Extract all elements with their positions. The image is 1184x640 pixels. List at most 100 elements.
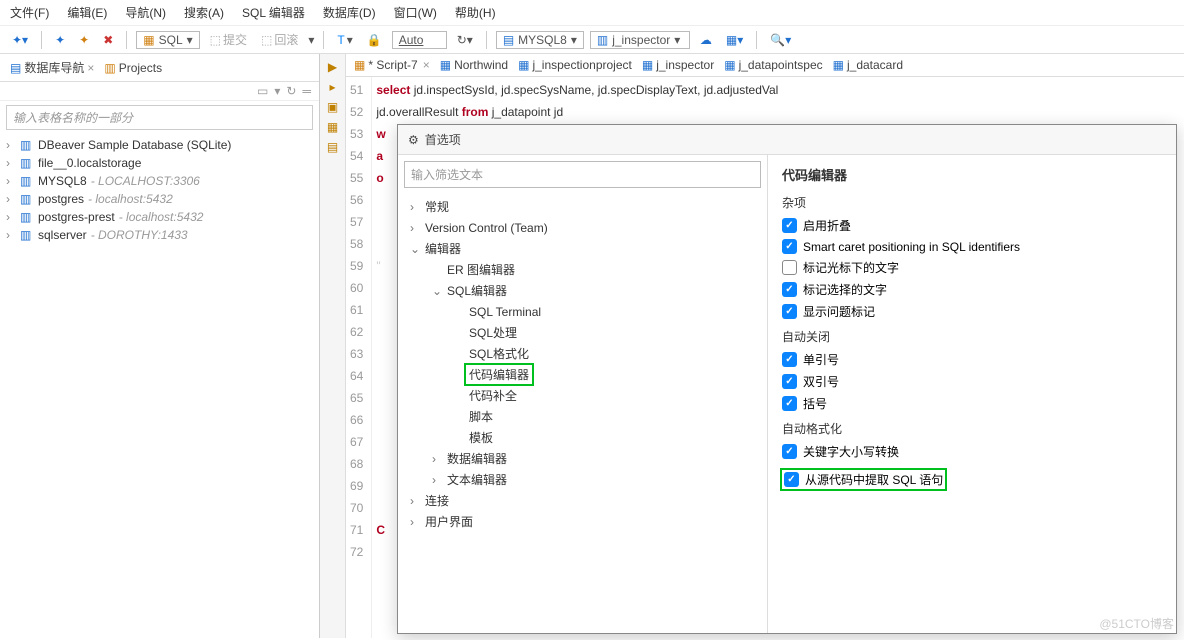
run-icon[interactable]: ▶	[328, 60, 337, 74]
prefs-tree-item[interactable]: SQL处理	[404, 322, 761, 343]
db-tree-item[interactable]: ›▥file__0.localstorage	[4, 154, 315, 172]
checkbox-item[interactable]: ✓单引号	[782, 351, 1162, 368]
tab-projects[interactable]: ▥Projects	[100, 59, 166, 77]
prefs-tree-item[interactable]: ›Version Control (Team)	[404, 217, 761, 238]
main-toolbar: ✦▾ ✦ ✦ ✖ ▦SQL ▾ ⬚ 提交 ⬚ 回滚 ▾ T▾ 🔒 Auto ↻▾…	[0, 26, 1184, 54]
grid-icon[interactable]: ▦▾	[722, 32, 747, 48]
plan-icon[interactable]: ▦	[327, 120, 338, 134]
editor-tab[interactable]: ▦j_datacard	[833, 58, 903, 72]
checkbox-label: 括号	[803, 395, 827, 412]
checkbox-label: 双引号	[803, 373, 839, 390]
cloud-icon[interactable]: ☁	[696, 32, 716, 48]
db-tree-item[interactable]: ›▥sqlserver - DOROTHY:1433	[4, 226, 315, 244]
checkbox-label: 显示问题标记	[803, 303, 875, 320]
nav-fwd-icon[interactable]: ✦	[75, 32, 93, 48]
checkbox-label: 启用折叠	[803, 217, 851, 234]
line-number: 60	[350, 277, 363, 299]
prefs-tree-item[interactable]: 模板	[404, 427, 761, 448]
checkbox-item[interactable]: ✓ 双引号	[782, 373, 1162, 390]
checkbox-icon[interactable]: ✓	[782, 352, 797, 367]
refresh-icon[interactable]: ↻	[286, 84, 296, 98]
checkbox-icon[interactable]: ✓	[782, 374, 797, 389]
checkbox-item[interactable]: ✓从源代码中提取 SQL 语句	[782, 470, 945, 489]
checkbox-icon[interactable]: ✓	[782, 304, 797, 319]
prefs-tree-item[interactable]: SQL Terminal	[404, 301, 761, 322]
sidebar-filter-input[interactable]: 输入表格名称的一部分	[6, 105, 313, 130]
tx-button[interactable]: T▾	[333, 32, 356, 48]
editor-tab[interactable]: ▦j_inspectionproject	[518, 58, 632, 72]
db-tree-item[interactable]: ›▥postgres-prest - localhost:5432	[4, 208, 315, 226]
line-number: 64	[350, 365, 363, 387]
tab-db-nav[interactable]: ▤数据库导航 ×	[6, 57, 98, 78]
editor-tab[interactable]: ▦j_inspector	[642, 58, 714, 72]
sql-dropdown[interactable]: ▦SQL ▾	[136, 31, 199, 49]
group-title: 自动关闭	[782, 328, 1162, 345]
line-number: 56	[350, 189, 363, 211]
editor-tab[interactable]: ▦j_datapointspec	[724, 58, 822, 72]
checkbox-icon[interactable]: ✓	[784, 472, 799, 487]
filter-icon[interactable]: ▭	[257, 84, 268, 98]
prefs-tree-item[interactable]: ›用户界面	[404, 511, 761, 532]
sidebar-toolbar: ▭ ▾ ↻ ═	[0, 82, 319, 101]
checkbox-item[interactable]: ✓ 显示问题标记	[782, 303, 1162, 320]
checkbox-icon[interactable]: ✓	[782, 396, 797, 411]
checkbox-item[interactable]: ✓Smart caret positioning in SQL identifi…	[782, 239, 1162, 254]
prefs-tree-item[interactable]: ER 图编辑器	[404, 259, 761, 280]
checkbox-item[interactable]: 标记光标下的文字	[782, 259, 1162, 276]
db-tree-item[interactable]: ›▥MYSQL8 - LOCALHOST:3306	[4, 172, 315, 190]
commit-button[interactable]: ⬚ 提交	[206, 30, 251, 49]
schema-dropdown[interactable]: ▥j_inspector ▾	[590, 31, 690, 49]
checkbox-icon[interactable]: ✓	[782, 282, 797, 297]
save-icon[interactable]: ▤	[327, 140, 338, 154]
lock-icon[interactable]: 🔒	[363, 32, 386, 48]
db-tree-item[interactable]: ›▥postgres - localhost:5432	[4, 190, 315, 208]
checkbox-icon[interactable]	[782, 260, 797, 275]
menu-search[interactable]: 搜索(A)	[184, 4, 224, 21]
run-cursor-icon[interactable]: ▸	[329, 80, 335, 94]
auto-dropdown[interactable]: Auto	[392, 31, 447, 49]
prefs-tree-item[interactable]: ⌄SQL编辑器	[404, 280, 761, 301]
editor-tab[interactable]: ▦Northwind	[440, 58, 508, 72]
menu-nav[interactable]: 导航(N)	[125, 4, 166, 21]
checkbox-icon[interactable]: ✓	[782, 239, 797, 254]
menu-database[interactable]: 数据库(D)	[323, 4, 376, 21]
editor-tab[interactable]: ▦* Script-7×	[354, 58, 430, 72]
menu-sql[interactable]: SQL 编辑器	[242, 4, 305, 21]
menu-edit[interactable]: 编辑(E)	[67, 4, 107, 21]
prefs-tree-item[interactable]: ⌄编辑器	[404, 238, 761, 259]
db-tree-item[interactable]: ›▥DBeaver Sample Database (SQLite)	[4, 136, 315, 154]
group-misc: 杂项 ✓启用折叠✓Smart caret positioning in SQL …	[782, 194, 1162, 320]
close-icon[interactable]: ×	[423, 58, 430, 72]
checkbox-item[interactable]: ✓ 括号	[782, 395, 1162, 412]
prefs-tree-item[interactable]: 代码补全	[404, 385, 761, 406]
prefs-filter-input[interactable]: 输入筛选文本	[404, 161, 761, 188]
new-conn-icon[interactable]: ✦▾	[8, 32, 32, 48]
refresh-icon[interactable]: ↻▾	[453, 32, 477, 48]
checkbox-label: 关键字大小写转换	[803, 443, 899, 460]
checkbox-icon[interactable]: ✓	[782, 444, 797, 459]
checkbox-item[interactable]: ✓ 关键字大小写转换	[782, 443, 1162, 460]
line-gutter: 5152535455565758596061626364656667686970…	[346, 77, 372, 638]
stop-icon[interactable]: ✖	[99, 32, 117, 48]
menu-icon[interactable]: ═	[302, 84, 311, 98]
checkbox-icon[interactable]: ✓	[782, 218, 797, 233]
menu-help[interactable]: 帮助(H)	[455, 4, 496, 21]
editor-sidebar: ▶ ▸ ▣ ▦ ▤	[320, 54, 346, 638]
prefs-tree-item[interactable]: ›连接	[404, 490, 761, 511]
prefs-tree-item[interactable]: 脚本	[404, 406, 761, 427]
prefs-tree-item[interactable]: SQL格式化	[404, 343, 761, 364]
menu-file[interactable]: 文件(F)	[10, 4, 49, 21]
prefs-tree-item[interactable]: ›数据编辑器	[404, 448, 761, 469]
link-icon[interactable]: ▾	[274, 84, 280, 98]
prefs-tree-item[interactable]: ›常规	[404, 196, 761, 217]
menu-window[interactable]: 窗口(W)	[394, 4, 437, 21]
prefs-tree-item[interactable]: 代码编辑器	[404, 364, 761, 385]
rollback-button[interactable]: ⬚ 回滚	[257, 30, 302, 49]
checkbox-item[interactable]: ✓标记选择的文字	[782, 281, 1162, 298]
explain-icon[interactable]: ▣	[327, 100, 338, 114]
prefs-tree-item[interactable]: ›文本编辑器	[404, 469, 761, 490]
connection-dropdown[interactable]: ▤MYSQL8 ▾	[496, 31, 584, 49]
nav-back-icon[interactable]: ✦	[51, 32, 69, 48]
checkbox-item[interactable]: ✓ 启用折叠	[782, 217, 1162, 234]
search-icon[interactable]: 🔍▾	[766, 32, 795, 48]
